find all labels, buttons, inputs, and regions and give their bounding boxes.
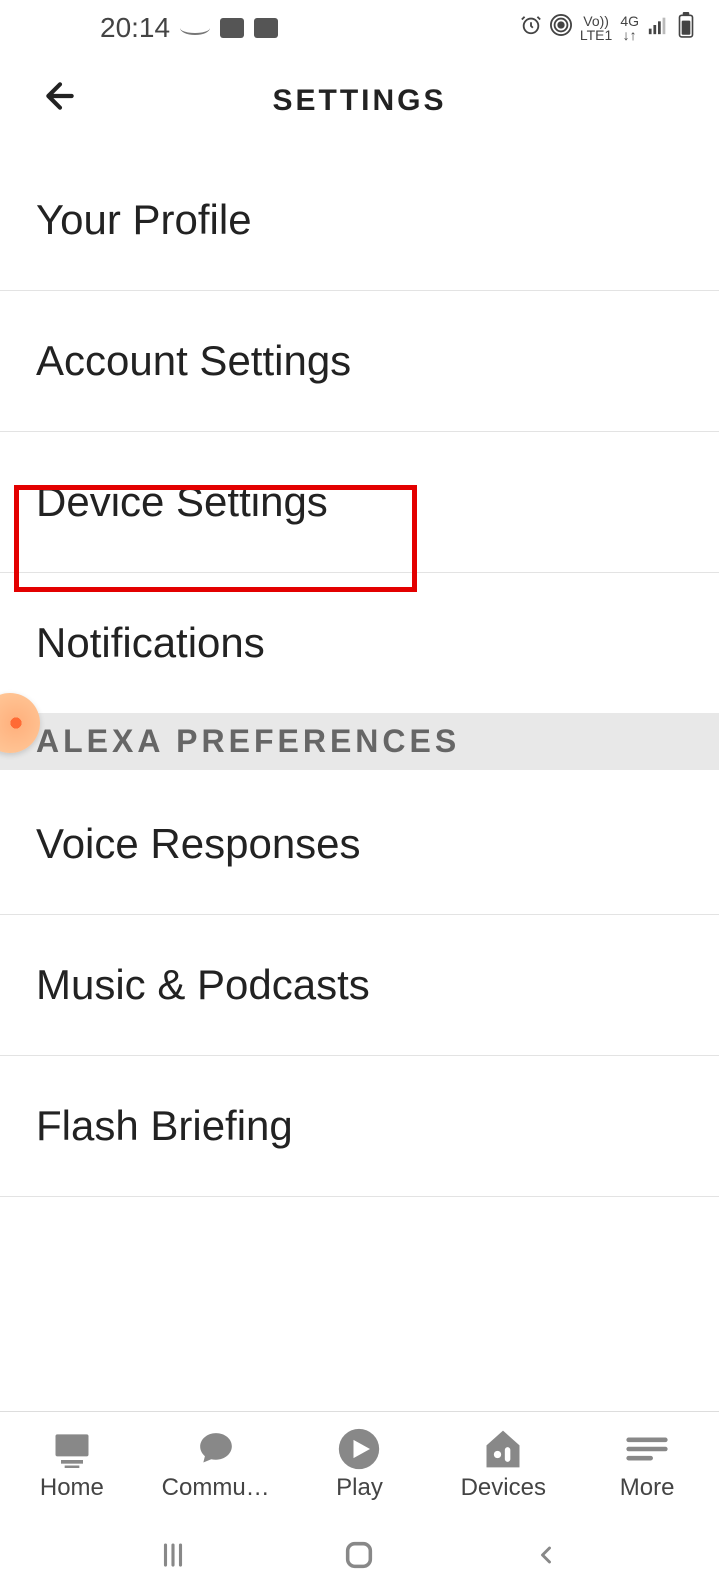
settings-item-label: Voice Responses (36, 820, 361, 867)
settings-item-label: Your Profile (36, 196, 252, 243)
chat-icon (194, 1430, 238, 1468)
settings-item-voice-responses[interactable]: Voice Responses (0, 770, 719, 915)
image-icon (220, 18, 244, 38)
alarm-icon (520, 14, 542, 42)
status-bar-right: Vo)) LTE1 4G ↓↑ (520, 12, 695, 44)
section-header-alexa-preferences: ALEXA PREFERENCES (0, 713, 719, 770)
settings-list: Your Profile Account Settings Device Set… (0, 146, 719, 713)
nav-item-play[interactable]: Play (294, 1430, 424, 1502)
nav-item-devices[interactable]: Devices (438, 1430, 568, 1502)
nav-label: Home (40, 1474, 104, 1502)
swoosh-icon (180, 21, 210, 35)
system-back-button[interactable] (526, 1535, 566, 1575)
status-bar: 20:14 Vo)) LTE1 4G ↓↑ (0, 0, 719, 56)
settings-item-notifications[interactable]: Notifications (0, 573, 719, 713)
devices-icon (481, 1430, 525, 1468)
settings-item-label: Flash Briefing (36, 1102, 293, 1149)
nav-item-communicate[interactable]: Commu… (151, 1430, 281, 1502)
settings-item-label: Device Settings (36, 478, 328, 525)
home-icon (50, 1430, 94, 1468)
settings-content: Your Profile Account Settings Device Set… (0, 146, 719, 1411)
settings-item-your-profile[interactable]: Your Profile (0, 146, 719, 291)
nav-label: Commu… (162, 1474, 270, 1502)
preferences-list: Voice Responses Music & Podcasts Flash B… (0, 770, 719, 1197)
network-indicator: 4G ↓↑ (620, 14, 639, 42)
nav-label: More (620, 1474, 675, 1502)
nav-item-home[interactable]: Home (7, 1430, 137, 1502)
back-arrow-icon[interactable] (40, 76, 80, 126)
settings-item-account-settings[interactable]: Account Settings (0, 291, 719, 432)
settings-item-label: Account Settings (36, 337, 351, 384)
lte-label: LTE1 (580, 28, 612, 42)
nav-item-more[interactable]: More (582, 1430, 712, 1502)
settings-item-label: Music & Podcasts (36, 961, 370, 1008)
app-header: SETTINGS (0, 56, 719, 146)
network-gen-label: 4G (620, 14, 639, 28)
battery-icon (677, 12, 695, 44)
system-recents-button[interactable] (153, 1535, 193, 1575)
settings-item-label: Notifications (36, 619, 265, 666)
play-icon (337, 1430, 381, 1468)
settings-item-flash-briefing[interactable]: Flash Briefing (0, 1056, 719, 1197)
system-nav (0, 1519, 719, 1591)
system-home-button[interactable] (339, 1535, 379, 1575)
nav-label: Devices (461, 1474, 546, 1502)
more-icon (625, 1430, 669, 1468)
hotspot-icon (550, 14, 572, 42)
signal-icon (647, 14, 669, 42)
network-arrows: ↓↑ (620, 28, 639, 42)
settings-item-music-podcasts[interactable]: Music & Podcasts (0, 915, 719, 1056)
page-title: SETTINGS (40, 84, 679, 118)
bottom-nav: Home Commu… Play Devices More (0, 1411, 719, 1519)
vo-label: Vo)) (580, 14, 612, 28)
nav-label: Play (336, 1474, 383, 1502)
video-icon (254, 18, 278, 38)
settings-item-device-settings[interactable]: Device Settings (0, 432, 719, 573)
status-bar-left: 20:14 (100, 12, 278, 44)
status-time: 20:14 (100, 12, 170, 44)
volte-indicator: Vo)) LTE1 (580, 14, 612, 42)
